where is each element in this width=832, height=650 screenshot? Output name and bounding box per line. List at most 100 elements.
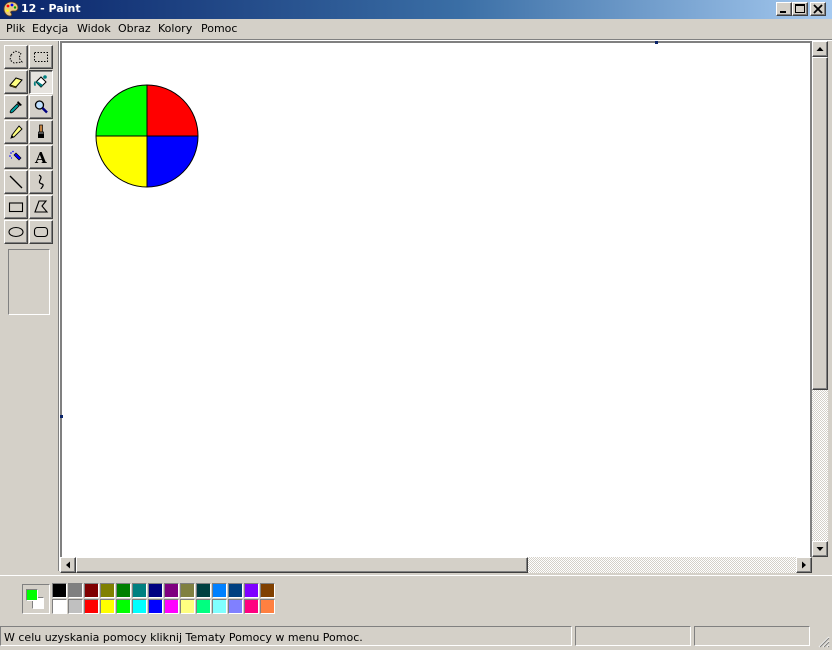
palette-swatch[interactable] bbox=[180, 599, 195, 614]
horizontal-scroll-thumb[interactable] bbox=[76, 557, 528, 573]
palette-swatch[interactable] bbox=[244, 583, 259, 598]
rounded-rectangle-icon bbox=[33, 226, 49, 238]
palette-swatch[interactable] bbox=[116, 583, 131, 598]
tool-fill-with-color[interactable] bbox=[29, 70, 53, 94]
palette-swatch[interactable] bbox=[212, 583, 227, 598]
menu-image[interactable]: Obraz bbox=[118, 22, 151, 35]
minimize-button[interactable] bbox=[776, 2, 792, 16]
ellipse-icon bbox=[8, 226, 24, 238]
menu-colors[interactable]: Kolory bbox=[158, 22, 192, 35]
palette-swatch[interactable] bbox=[84, 583, 99, 598]
polygon-icon bbox=[34, 200, 49, 213]
free-select-icon bbox=[9, 50, 23, 64]
status-size-panel bbox=[694, 626, 810, 646]
canvas-resize-handle-top[interactable] bbox=[655, 41, 658, 44]
arrow-right-icon bbox=[802, 561, 806, 569]
tool-eraser[interactable] bbox=[4, 70, 28, 94]
status-bar: W celu uzyskania pomocy kliknij Tematy P… bbox=[0, 624, 832, 650]
palette-swatch[interactable] bbox=[180, 583, 195, 598]
tool-brush[interactable] bbox=[29, 120, 53, 144]
line-icon bbox=[9, 175, 23, 189]
palette-swatch[interactable] bbox=[68, 599, 83, 614]
palette-swatch[interactable] bbox=[196, 599, 211, 614]
palette-swatch[interactable] bbox=[52, 583, 67, 598]
menu-help[interactable]: Pomoc bbox=[201, 22, 237, 35]
paint-palette-icon[interactable] bbox=[3, 1, 19, 17]
title-bar[interactable]: 12 - Paint bbox=[0, 0, 832, 19]
tool-pick-color[interactable] bbox=[4, 95, 28, 119]
tool-free-form-select[interactable] bbox=[4, 45, 28, 69]
airbrush-icon bbox=[9, 150, 22, 161]
arrow-down-icon bbox=[816, 547, 824, 551]
workspace bbox=[60, 41, 812, 557]
quadrant-circle bbox=[95, 84, 199, 188]
foreground-color-well[interactable] bbox=[26, 589, 38, 601]
tool-pencil[interactable] bbox=[4, 120, 28, 144]
menu-file[interactable]: Plik bbox=[6, 22, 25, 35]
brush-icon bbox=[38, 124, 44, 138]
palette-swatch[interactable] bbox=[260, 599, 275, 614]
current-colors[interactable] bbox=[22, 584, 50, 614]
tool-airbrush[interactable] bbox=[4, 145, 28, 169]
close-icon bbox=[813, 4, 823, 14]
palette-swatch[interactable] bbox=[148, 583, 163, 598]
palette-swatch[interactable] bbox=[164, 583, 179, 598]
color-box bbox=[0, 575, 832, 620]
tool-text[interactable]: A bbox=[29, 145, 53, 169]
palette-swatch[interactable] bbox=[84, 599, 99, 614]
quadrant-top-left bbox=[96, 85, 147, 136]
tool-rounded-rectangle[interactable] bbox=[29, 220, 53, 244]
tool-select[interactable] bbox=[29, 45, 53, 69]
palette-swatch[interactable] bbox=[228, 583, 243, 598]
palette-swatch[interactable] bbox=[132, 583, 147, 598]
palette-swatch[interactable] bbox=[164, 599, 179, 614]
pencil-icon bbox=[10, 125, 23, 139]
arrow-left-icon bbox=[66, 561, 70, 569]
palette-swatch[interactable] bbox=[244, 599, 259, 614]
quadrant-bottom-left bbox=[96, 136, 147, 187]
status-help-panel: W celu uzyskania pomocy kliknij Tematy P… bbox=[0, 626, 572, 646]
tool-ellipse[interactable] bbox=[4, 220, 28, 244]
palette-swatch[interactable] bbox=[212, 599, 227, 614]
status-coordinates-panel bbox=[575, 626, 691, 646]
arrow-up-icon bbox=[816, 47, 824, 51]
palette-swatch[interactable] bbox=[260, 583, 275, 598]
tool-line[interactable] bbox=[4, 170, 28, 194]
magnifier-icon bbox=[34, 100, 48, 114]
tool-rectangle[interactable] bbox=[4, 195, 28, 219]
palette-swatch[interactable] bbox=[100, 599, 115, 614]
maximize-button[interactable] bbox=[792, 2, 808, 16]
rectangle-icon bbox=[8, 202, 24, 213]
toolbox: A bbox=[0, 41, 58, 571]
quadrant-bottom-right bbox=[147, 136, 198, 187]
rect-select-icon bbox=[34, 52, 48, 62]
horizontal-scrollbar[interactable] bbox=[60, 557, 812, 573]
palette-swatch[interactable] bbox=[132, 599, 147, 614]
palette-swatch[interactable] bbox=[148, 599, 163, 614]
scroll-right-button[interactable] bbox=[796, 557, 812, 573]
palette-swatch[interactable] bbox=[196, 583, 211, 598]
tool-options-box[interactable] bbox=[8, 249, 50, 315]
drawing-canvas[interactable] bbox=[62, 43, 810, 557]
tool-curve[interactable] bbox=[29, 170, 53, 194]
palette-swatch[interactable] bbox=[52, 599, 67, 614]
palette-swatch[interactable] bbox=[68, 583, 83, 598]
scroll-left-button[interactable] bbox=[60, 557, 76, 573]
tool-polygon[interactable] bbox=[29, 195, 53, 219]
resize-grip-icon[interactable] bbox=[816, 634, 830, 648]
paint-window: 12 - Paint Plik Edycja Widok Obraz Kolor… bbox=[0, 0, 832, 650]
vertical-scrollbar[interactable] bbox=[812, 41, 828, 557]
curve-icon bbox=[38, 174, 44, 190]
menu-view[interactable]: Widok bbox=[77, 22, 111, 35]
canvas-drawing bbox=[95, 84, 199, 188]
scroll-down-button[interactable] bbox=[812, 541, 828, 557]
palette-swatch[interactable] bbox=[228, 599, 243, 614]
palette-swatch[interactable] bbox=[100, 583, 115, 598]
canvas-resize-handle-left[interactable] bbox=[60, 415, 63, 418]
scroll-up-button[interactable] bbox=[812, 41, 828, 57]
tool-magnifier[interactable] bbox=[29, 95, 53, 119]
menu-edit[interactable]: Edycja bbox=[32, 22, 68, 35]
vertical-scroll-thumb[interactable] bbox=[812, 57, 828, 390]
palette-swatch[interactable] bbox=[116, 599, 131, 614]
close-button[interactable] bbox=[810, 2, 826, 16]
